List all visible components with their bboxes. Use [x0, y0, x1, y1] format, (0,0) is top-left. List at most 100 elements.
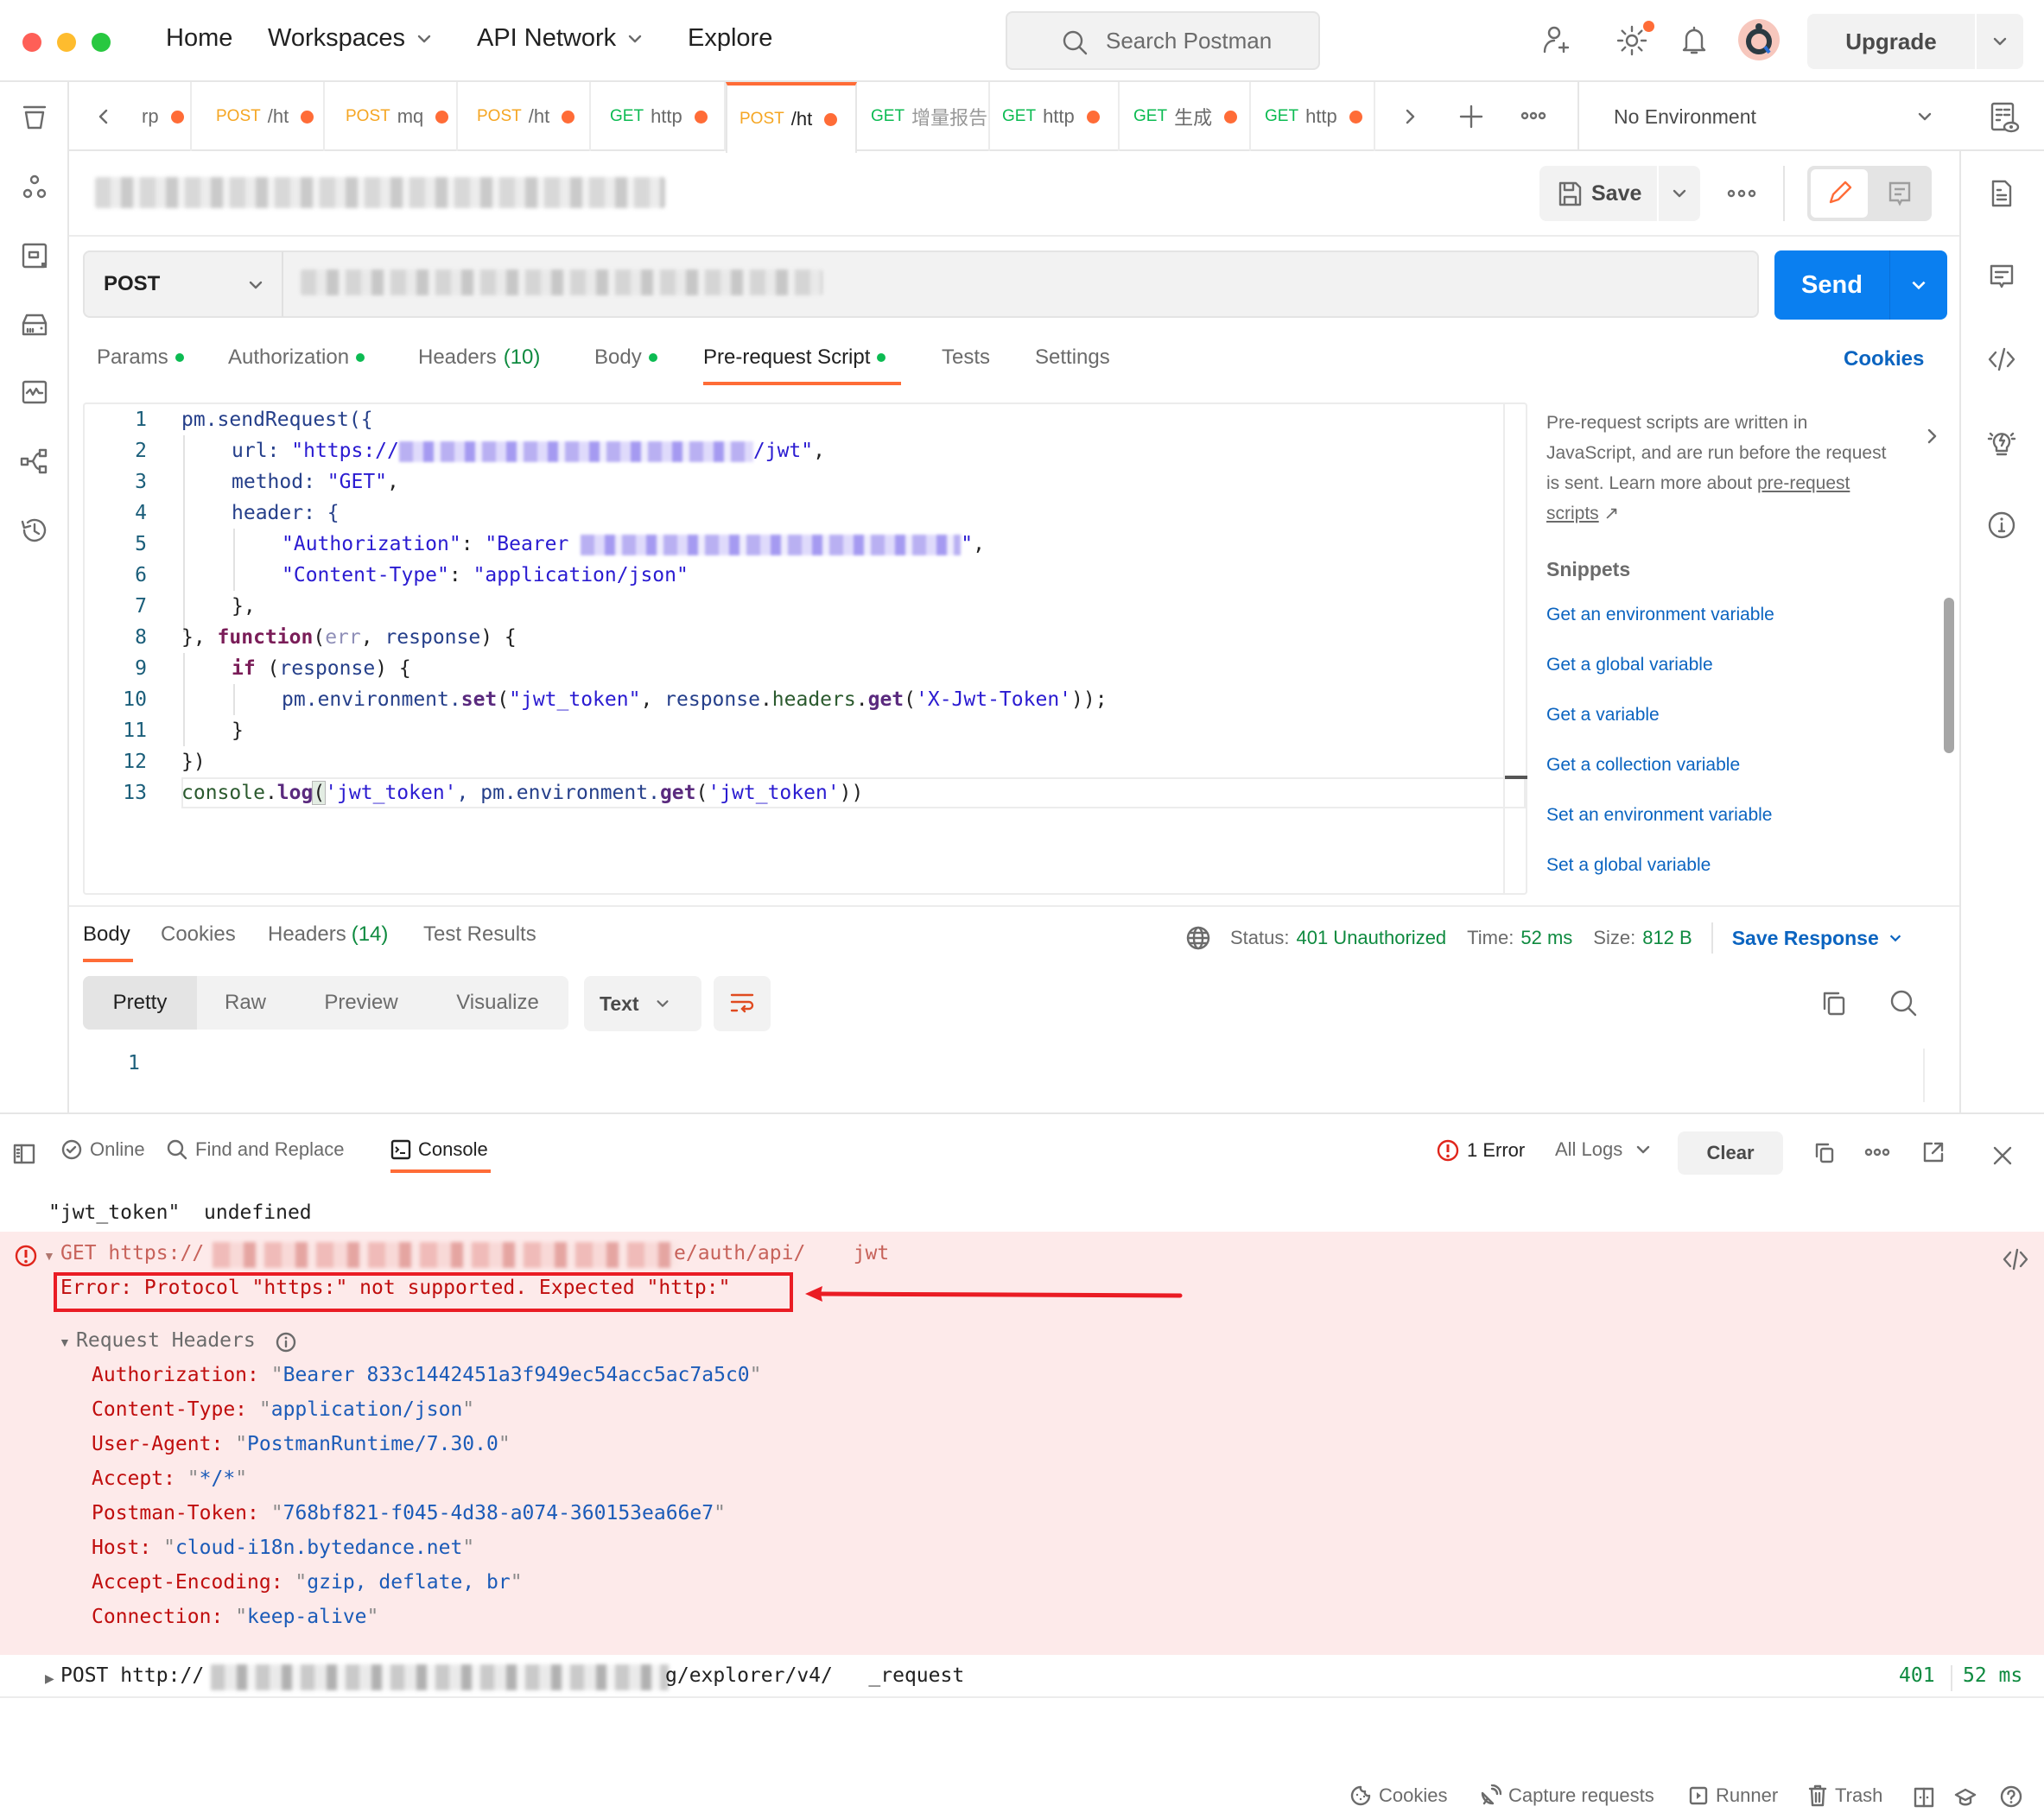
clear-console-button[interactable]: Clear	[1678, 1131, 1783, 1175]
comment-mode-button[interactable]	[1871, 169, 1928, 218]
close-icon[interactable]	[1990, 1144, 2015, 1168]
copy-icon[interactable]	[1819, 988, 1849, 1017]
snippet-item[interactable]: Set an environment variable	[1546, 805, 1773, 826]
copy-icon[interactable]	[1812, 1140, 1837, 1164]
apis-icon[interactable]	[19, 173, 50, 204]
snippets-scrollbar[interactable]	[1944, 598, 1954, 753]
size-value[interactable]: 812 B	[1642, 927, 1692, 949]
request-headers-label[interactable]: Request Headers	[76, 1329, 256, 1352]
console-tab[interactable]: Console	[390, 1138, 488, 1161]
response-tab-body[interactable]: Body	[83, 922, 130, 947]
window-close-button[interactable]	[22, 33, 41, 52]
snippet-item[interactable]: Get a variable	[1546, 705, 1660, 726]
method-select[interactable]: POST	[83, 250, 283, 318]
new-tab-icon[interactable]	[1458, 104, 1484, 130]
request-tab[interactable]: POST/ht	[465, 82, 591, 151]
view-pretty-button[interactable]: Pretty	[83, 976, 197, 1030]
cookies-link[interactable]: Cookies	[1844, 347, 1924, 371]
code-snippet-icon[interactable]	[1986, 344, 2017, 375]
environments-icon[interactable]	[19, 309, 50, 340]
request-tab-active[interactable]: POST/ht	[726, 82, 857, 153]
avatar[interactable]	[1738, 19, 1780, 60]
footer-capture-requests-button[interactable]: Capture requests	[1479, 1784, 1654, 1807]
window-minimize-button[interactable]	[57, 33, 76, 52]
window-zoom-button[interactable]	[92, 33, 111, 52]
view-visualize-button[interactable]: Visualize	[439, 976, 556, 1030]
request-tab[interactable]: GET http	[598, 82, 726, 151]
trash-bin-icon[interactable]	[19, 102, 50, 133]
notifications-icon[interactable]	[1678, 24, 1711, 57]
request-tab[interactable]: GET 增量报告	[859, 82, 990, 151]
error-request-line[interactable]: GET https://	[60, 1242, 204, 1264]
save-button[interactable]: Save	[1539, 166, 1657, 221]
request-tab[interactable]: rp	[130, 82, 192, 151]
send-dropdown-button[interactable]	[1890, 250, 1947, 320]
flows-icon[interactable]	[19, 446, 50, 477]
search-input[interactable]: Search Postman	[1006, 11, 1320, 70]
save-dropdown-button[interactable]	[1659, 166, 1700, 221]
tab-pre-request-script[interactable]: Pre-request Script	[703, 345, 886, 370]
time-value[interactable]: 52 ms	[1520, 927, 1572, 949]
upgrade-button[interactable]: Upgrade	[1807, 14, 1975, 69]
nav-home[interactable]: Home	[166, 24, 232, 53]
log-filter-select[interactable]: All Logs	[1555, 1138, 1652, 1161]
tab-tests[interactable]: Tests	[942, 345, 990, 370]
scroll-tabs-left-icon[interactable]	[93, 106, 114, 127]
history-icon[interactable]	[19, 515, 50, 546]
mock-servers-icon[interactable]	[19, 240, 50, 271]
request-tab[interactable]: POST/ht	[204, 82, 325, 151]
expand-caret-icon[interactable]: ▼	[43, 1249, 55, 1263]
info-icon[interactable]	[275, 1331, 297, 1353]
comments-icon[interactable]	[1986, 261, 2017, 292]
search-icon[interactable]	[1888, 988, 1918, 1017]
request-tab[interactable]: GET http	[1253, 82, 1375, 151]
format-select[interactable]: Text	[584, 976, 701, 1031]
learning-center-icon[interactable]	[1954, 1786, 1977, 1809]
tab-authorization[interactable]: Authorization	[228, 345, 365, 370]
invite-user-icon[interactable]	[1541, 24, 1574, 57]
related-collections-icon[interactable]	[1986, 427, 2017, 458]
more-tabs-icon[interactable]	[1520, 109, 1546, 123]
view-raw-button[interactable]: Raw	[204, 976, 287, 1030]
tab-params[interactable]: Params	[97, 345, 184, 370]
toggle-sidebar-icon[interactable]	[12, 1142, 36, 1166]
footer-trash-button[interactable]: Trash	[1807, 1784, 1882, 1807]
snippet-item[interactable]: Get a global variable	[1546, 655, 1713, 675]
online-status[interactable]: Online	[60, 1138, 145, 1161]
nav-explore[interactable]: Explore	[688, 24, 772, 53]
two-pane-view-icon[interactable]	[1913, 1786, 1935, 1809]
snippet-item[interactable]: Get a collection variable	[1546, 755, 1740, 776]
code-view-icon[interactable]	[2003, 1247, 2028, 1271]
footer-runner-button[interactable]: Runner	[1688, 1784, 1778, 1807]
find-replace-button[interactable]: Find and Replace	[166, 1138, 344, 1161]
response-tab-test-results[interactable]: Test Results	[423, 922, 536, 947]
request-tab[interactable]: POST mq	[333, 82, 458, 151]
edit-mode-button[interactable]	[1811, 169, 1868, 218]
scroll-tabs-right-icon[interactable]	[1400, 106, 1420, 127]
expand-caret-icon[interactable]: ▶	[45, 1671, 54, 1686]
status-value[interactable]: 401 Unauthorized	[1296, 927, 1446, 949]
request-tab[interactable]: GET http	[990, 82, 1120, 151]
info-icon[interactable]	[1986, 510, 2017, 541]
more-actions-icon[interactable]	[1864, 1145, 1890, 1159]
environment-quick-look-icon[interactable]	[1989, 100, 2020, 135]
snippet-item[interactable]: Get an environment variable	[1546, 605, 1774, 625]
request-tab[interactable]: GET 生成	[1121, 82, 1251, 151]
view-preview-button[interactable]: Preview	[302, 976, 420, 1030]
request-name-blurred[interactable]	[95, 177, 665, 208]
nav-workspaces[interactable]: Workspaces	[268, 24, 433, 53]
error-count[interactable]: 1 Error	[1436, 1138, 1525, 1163]
expand-caret-icon[interactable]: ▼	[59, 1335, 71, 1349]
response-tab-cookies[interactable]: Cookies	[161, 922, 236, 947]
tab-settings[interactable]: Settings	[1035, 345, 1110, 370]
response-tab-headers[interactable]: Headers (14)	[268, 922, 388, 947]
collapse-snippets-icon[interactable]	[1923, 427, 1942, 446]
environment-select[interactable]: No Environment	[1577, 82, 1959, 151]
snippet-item[interactable]: Set a global variable	[1546, 855, 1711, 876]
save-response-button[interactable]: Save Response	[1732, 927, 1903, 950]
console-log-line[interactable]: "jwt_token" undefined	[48, 1201, 312, 1224]
help-icon[interactable]	[1999, 1784, 2023, 1809]
monitors-icon[interactable]	[19, 377, 50, 408]
nav-api-network[interactable]: API Network	[477, 24, 644, 53]
upgrade-dropdown-button[interactable]	[1977, 14, 2023, 69]
